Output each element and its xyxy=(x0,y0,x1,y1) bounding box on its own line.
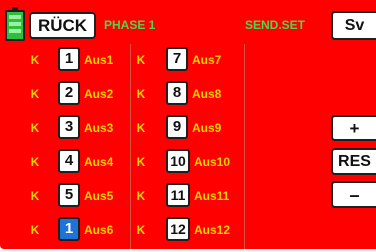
output-label: Aus10 xyxy=(194,155,231,169)
switch-mode-label: K xyxy=(136,53,146,67)
transmitter-screen: RÜCK PHASE 1 SEND.SET Sv K 1 Aus1 K 2 Aus2 K 3 A… xyxy=(0,0,376,249)
minus-button[interactable]: – xyxy=(331,181,376,208)
back-button[interactable]: RÜCK xyxy=(29,12,96,39)
sv-button[interactable]: Sv xyxy=(331,11,376,40)
output-label: Aus9 xyxy=(192,121,222,135)
switch-mode-label: K xyxy=(136,189,146,203)
switch-mode-label: K xyxy=(136,87,146,101)
reset-button[interactable]: RES xyxy=(331,148,376,175)
channel-number-field[interactable]: 9 xyxy=(166,115,188,139)
send-set-label: SEND.SET xyxy=(245,18,306,32)
channel-row: K 7 Aus7 xyxy=(0,47,330,82)
channel-number-field[interactable]: 7 xyxy=(166,47,188,71)
channel-number-field[interactable]: 8 xyxy=(166,81,188,105)
plus-button[interactable]: + xyxy=(331,115,376,141)
channel-row: K 12 Aus12 xyxy=(0,217,330,252)
battery-icon xyxy=(5,7,25,41)
channel-row: K 10 Aus10 xyxy=(0,149,330,184)
output-label: Aus7 xyxy=(192,53,222,67)
channel-row: K 9 Aus9 xyxy=(0,115,330,150)
switch-mode-label: K xyxy=(136,155,146,169)
channel-number-field[interactable]: 11 xyxy=(166,183,190,207)
output-label: Aus12 xyxy=(194,223,231,237)
channel-row: K 11 Aus11 xyxy=(0,183,330,218)
channel-row: K 8 Aus8 xyxy=(0,81,330,116)
switch-mode-label: K xyxy=(136,223,146,237)
switch-mode-label: K xyxy=(136,121,146,135)
output-label: Aus11 xyxy=(194,189,230,203)
channel-number-field[interactable]: 12 xyxy=(166,217,190,241)
channel-number-field[interactable]: 10 xyxy=(166,149,190,173)
output-label: Aus8 xyxy=(192,87,222,101)
phase-label: PHASE 1 xyxy=(104,18,156,32)
